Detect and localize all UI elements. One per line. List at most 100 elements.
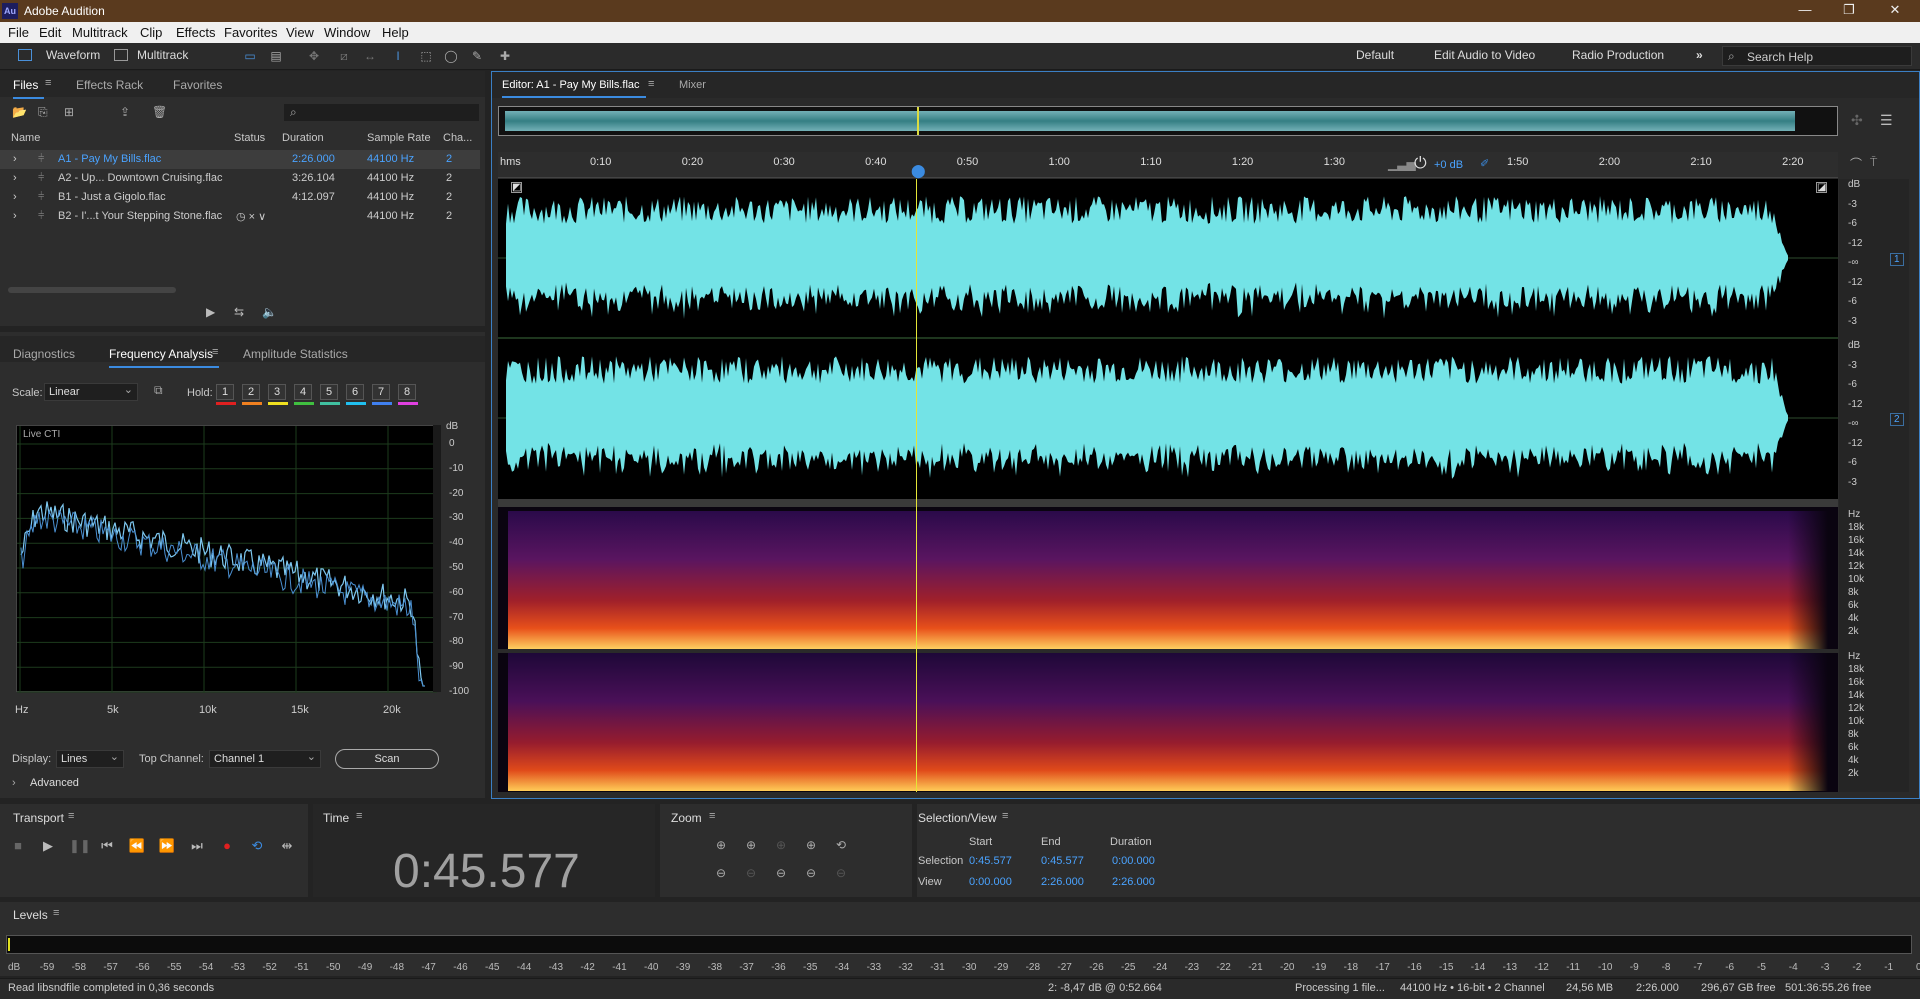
- slip-tool-icon[interactable]: ↔: [362, 49, 378, 63]
- zoom-out-time-icon[interactable]: ⊖: [742, 866, 760, 882]
- hold-button-2[interactable]: 2: [242, 384, 260, 400]
- menu-effects[interactable]: Effects: [176, 25, 216, 40]
- hold-button-5[interactable]: 5: [320, 384, 338, 400]
- skip-to-start-icon[interactable]: ⏮: [98, 838, 116, 854]
- menu-view[interactable]: View: [286, 25, 314, 40]
- skip-selection-icon[interactable]: ⇹: [278, 838, 296, 854]
- pin-icon[interactable]: ✐: [1480, 157, 1489, 170]
- hold-button-8[interactable]: 8: [398, 384, 416, 400]
- gain-value[interactable]: +0 dB: [1434, 159, 1463, 171]
- tab-favorites[interactable]: Favorites: [173, 78, 222, 92]
- delete-icon[interactable]: 🗑: [152, 105, 167, 119]
- menu-multitrack[interactable]: Multitrack: [72, 25, 128, 40]
- file-row[interactable]: › ⫩ A1 - Pay My Bills.flac 2:26.000 44100…: [0, 150, 480, 169]
- fast-forward-icon[interactable]: ⏩: [158, 838, 176, 854]
- display-select[interactable]: Lines: [56, 750, 124, 768]
- loop-preview-icon[interactable]: ⇆: [234, 305, 244, 319]
- view-start-field[interactable]: 0:00.000: [969, 876, 1012, 888]
- record-icon[interactable]: ●: [218, 838, 236, 853]
- tab-editor[interactable]: Editor: A1 - Pay My Bills.flac: [502, 79, 646, 98]
- razor-tool-icon[interactable]: ⧄: [336, 49, 352, 63]
- view-splitter[interactable]: [498, 499, 1838, 507]
- open-file-icon[interactable]: 📂: [12, 105, 27, 119]
- view-duration-field[interactable]: 2:26.000: [1112, 876, 1155, 888]
- zoom-in-left-icon[interactable]: ⊕: [802, 838, 820, 854]
- hold-button-4[interactable]: 4: [294, 384, 312, 400]
- more-workspaces-icon[interactable]: »: [1696, 48, 1703, 62]
- column-duration[interactable]: Duration: [282, 132, 324, 144]
- autoplay-icon[interactable]: 🔈: [262, 305, 277, 319]
- menu-clip[interactable]: Clip: [140, 25, 162, 40]
- tab-diagnostics[interactable]: Diagnostics: [13, 347, 75, 361]
- levels-menu-icon[interactable]: ≡: [53, 907, 63, 919]
- track-list-icon[interactable]: ☰: [1880, 112, 1893, 129]
- playhead-line[interactable]: [916, 179, 917, 792]
- search-help-box[interactable]: ⌕ Search Help: [1722, 46, 1912, 66]
- zoom-nav-icon[interactable]: ✣: [1851, 112, 1863, 129]
- play-preview-icon[interactable]: ▶: [206, 305, 215, 319]
- hold-button-1[interactable]: 1: [216, 384, 234, 400]
- top-channel-select[interactable]: Channel 1: [209, 750, 321, 768]
- menu-help[interactable]: Help: [382, 25, 409, 40]
- scale-select[interactable]: Linear: [44, 383, 138, 401]
- zoom-out-amplitude-icon[interactable]: ⊖: [712, 866, 730, 882]
- waveform-button[interactable]: Waveform: [46, 48, 100, 62]
- overview-navigator[interactable]: [498, 106, 1838, 136]
- workspace-default[interactable]: Default: [1356, 48, 1394, 62]
- search-help-input[interactable]: Search Help: [1747, 50, 1813, 64]
- time-menu-icon[interactable]: ≡: [356, 810, 366, 822]
- playhead-marker-icon[interactable]: ⬤: [911, 163, 926, 179]
- waveform-display[interactable]: ◩ ◪: [498, 179, 1838, 499]
- marquee-tool-icon[interactable]: ⬚: [418, 49, 434, 63]
- hold-button-7[interactable]: 7: [372, 384, 390, 400]
- channel-1-badge[interactable]: 1: [1890, 253, 1904, 266]
- zoom-in-amplitude-icon[interactable]: ⊕: [712, 838, 730, 854]
- close-icon[interactable]: ✕: [1880, 2, 1910, 20]
- selection-end-field[interactable]: 0:45.577: [1041, 855, 1084, 867]
- selection-duration-field[interactable]: 0:00.000: [1112, 855, 1155, 867]
- spectral-toggle-icon[interactable]: ◪: [1816, 182, 1827, 193]
- tab-mixer[interactable]: Mixer: [679, 79, 706, 91]
- scan-button[interactable]: Scan: [335, 749, 439, 769]
- zoom-out-right-icon[interactable]: ⊖: [832, 866, 850, 882]
- minimize-icon[interactable]: —: [1790, 2, 1820, 20]
- transport-menu-icon[interactable]: ≡: [68, 810, 78, 822]
- hold-button-6[interactable]: 6: [346, 384, 364, 400]
- snap-icon[interactable]: ⌒: [1850, 155, 1862, 172]
- files-search-input[interactable]: ⌕: [284, 104, 479, 121]
- tab-frequency-analysis[interactable]: Frequency Analysis: [109, 347, 220, 368]
- marker-icon[interactable]: ⍑: [1870, 155, 1877, 170]
- skip-to-end-icon[interactable]: ⏭: [188, 838, 206, 854]
- waveform-toggle-icon[interactable]: ◩: [511, 182, 522, 193]
- files-scrollbar[interactable]: [8, 287, 176, 293]
- workspace-radio-production[interactable]: Radio Production: [1572, 48, 1664, 62]
- insert-icon[interactable]: ⇪: [120, 105, 130, 119]
- analysis-menu-icon[interactable]: ≡: [212, 346, 222, 358]
- time-selection-tool-icon[interactable]: I: [390, 49, 406, 63]
- tab-effects-rack[interactable]: Effects Rack: [76, 78, 143, 92]
- move-tool-icon[interactable]: ✥: [306, 49, 322, 63]
- files-menu-icon[interactable]: ≡: [45, 77, 55, 89]
- workspace-edit-audio-to-video[interactable]: Edit Audio to Video: [1434, 48, 1535, 62]
- multitrack-button[interactable]: Multitrack: [137, 48, 188, 62]
- column-status[interactable]: Status: [234, 132, 265, 144]
- file-row[interactable]: › ⫩ B2 - I'...t Your Stepping Stone.flac …: [0, 207, 480, 226]
- zoom-in-selection-icon[interactable]: ⊕: [772, 838, 790, 854]
- zoom-menu-icon[interactable]: ≡: [709, 810, 719, 822]
- pause-icon[interactable]: ❚❚: [69, 838, 91, 854]
- zoom-reset-icon[interactable]: ⟲: [832, 838, 850, 854]
- loop-icon[interactable]: ⟲: [248, 838, 266, 854]
- advanced-chevron-icon[interactable]: ›: [12, 777, 16, 789]
- import-file-icon[interactable]: ⎘: [38, 105, 48, 120]
- column-name[interactable]: Name: [11, 132, 40, 144]
- stop-icon[interactable]: ■: [9, 838, 27, 853]
- file-row[interactable]: › ⫩ B1 - Just a Gigolo.flac 4:12.097 4410…: [0, 188, 480, 207]
- advanced-toggle[interactable]: Advanced: [30, 777, 79, 789]
- selection-start-field[interactable]: 0:45.577: [969, 855, 1012, 867]
- column-sample-rate[interactable]: Sample Rate: [367, 132, 431, 144]
- lasso-tool-icon[interactable]: ◯: [443, 49, 459, 63]
- spot-healing-icon[interactable]: ✚: [497, 49, 513, 63]
- menu-favorites[interactable]: Favorites: [224, 25, 277, 40]
- tab-amplitude-statistics[interactable]: Amplitude Statistics: [243, 347, 348, 361]
- tab-files[interactable]: Files: [13, 78, 45, 99]
